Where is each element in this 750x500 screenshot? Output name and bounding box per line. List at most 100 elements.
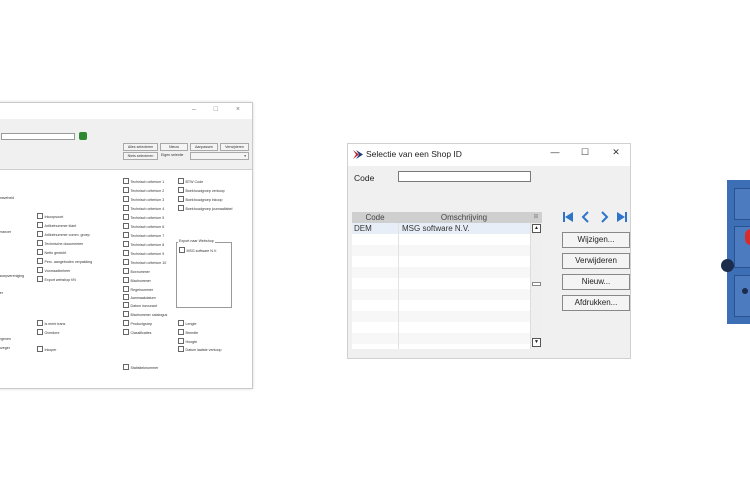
grid-header: Code Omschrijving ⊞ [352, 212, 542, 223]
maximize-button[interactable]: ☐ [578, 147, 592, 158]
field-checkbox[interactable]: Boxnummer [123, 268, 150, 275]
table-row[interactable] [352, 300, 530, 311]
field-checkbox[interactable]: Classificaties [123, 329, 152, 336]
column-header-omschrijving[interactable]: Omschrijving [398, 213, 530, 222]
table-row[interactable] [352, 311, 530, 322]
adjust-button[interactable]: Aanpassen [190, 143, 218, 151]
field-checkbox[interactable]: Boekhoudgroep inkoop [178, 196, 223, 203]
field-label: erancer [0, 230, 12, 234]
delete-button[interactable]: Verwijderen [220, 143, 249, 151]
field-checkbox[interactable]: Technisch criterium 3 [123, 196, 165, 203]
export-group-label: Export naar Webshop [178, 239, 215, 244]
right-side-panel [727, 180, 750, 324]
field-label: ier [0, 291, 3, 295]
table-row[interactable] [352, 289, 530, 300]
field-checkbox[interactable]: Export webshop t/N [37, 276, 76, 283]
eigen-selectie-label: Eigen selectie [161, 153, 184, 157]
background-app-window: – □ × Alles selecteren Nieuw Aanpassen V… [0, 102, 253, 389]
new-button[interactable]: Nieuw [160, 143, 188, 151]
background-search-input[interactable] [1, 133, 75, 140]
grid-corner-icon: ⊞ [533, 214, 539, 220]
field-checkbox[interactable]: Technisch criterium 8 [123, 241, 165, 248]
field-checkbox[interactable]: Netto gewicht [37, 249, 67, 256]
field-checkbox[interactable]: Technisch criterium 1 [123, 178, 165, 185]
field-checkbox[interactable]: Technisch criterium 4 [123, 205, 165, 212]
field-label: auwpvereniging [0, 274, 25, 278]
shop-id-dialog: Selectie van een Shop ID — ☐ ✕ Code Code… [347, 143, 631, 359]
field-checkbox[interactable]: Hoogte [178, 338, 198, 345]
field-checkbox[interactable]: Bladnummer catalogus [123, 311, 168, 318]
connector-dot-icon [742, 288, 748, 294]
field-label: ozeger [0, 346, 10, 350]
field-checkbox[interactable]: Aanmaakdatum [123, 294, 156, 301]
field-checkbox[interactable]: Datum inzourant [123, 302, 157, 309]
field-checkbox[interactable]: Inkoopsoort [37, 213, 64, 220]
field-checkbox[interactable]: Artikelnummer comm. groep [37, 231, 90, 238]
scroll-down-icon[interactable]: ▼ [532, 338, 541, 347]
scroll-up-icon[interactable]: ▲ [532, 224, 541, 233]
field-checkbox[interactable]: Technisch criterium 9 [123, 250, 165, 257]
delete-record-button[interactable]: Verwijderen [562, 253, 630, 269]
field-checkbox[interactable]: Is merk trans [37, 320, 66, 327]
field-checkbox[interactable]: Statistieknummer [123, 364, 159, 371]
table-row[interactable]: DEM MSG software N.V. [352, 223, 530, 234]
dialog-titlebar: Selectie van een Shop ID — ☐ ✕ [348, 144, 630, 166]
field-checkbox[interactable]: Bladnummer [123, 277, 151, 284]
select-none-button[interactable]: Niets selecteren [123, 152, 158, 160]
next-record-icon[interactable] [598, 211, 610, 223]
field-checkbox[interactable]: Regelnummer [123, 286, 154, 293]
last-record-icon[interactable] [616, 211, 628, 223]
scroll-thumb[interactable] [532, 282, 541, 286]
table-row[interactable] [352, 267, 530, 278]
table-row[interactable] [352, 278, 530, 289]
field-checkbox[interactable]: Technisch criterium 6 [123, 223, 165, 230]
table-row[interactable] [352, 234, 530, 245]
field-checkbox[interactable]: BTW Code [178, 178, 204, 185]
table-row[interactable] [352, 322, 530, 333]
field-checkbox[interactable]: Datum laatste verkoop [178, 346, 222, 353]
field-checkbox[interactable]: Technisch criterium 7 [123, 232, 165, 239]
first-record-icon[interactable] [562, 211, 574, 223]
background-content: waveheid erancer auwpvereniging ier egen… [0, 169, 252, 388]
field-checkbox[interactable]: Breedte [178, 329, 199, 336]
code-input[interactable] [398, 171, 531, 182]
field-checkbox[interactable]: Productgroep [123, 320, 153, 327]
background-window-controls[interactable]: – □ × [192, 106, 248, 113]
field-checkbox[interactable]: Technische documenten [37, 240, 84, 247]
field-checkbox[interactable]: Technisch criterium 10 [123, 259, 167, 266]
field-label: waveheid [0, 196, 15, 200]
field-checkbox[interactable]: Technisch criterium 2 [123, 187, 165, 194]
new-record-button[interactable]: Nieuw... [562, 274, 630, 290]
column-divider [398, 223, 399, 349]
vertical-scrollbar[interactable]: ▲ ▼ [530, 223, 542, 349]
edit-button[interactable]: Wijzigen... [562, 232, 630, 248]
field-checkbox[interactable]: Voorraadbeheer [37, 267, 71, 274]
field-checkbox[interactable]: Overdore [37, 329, 60, 336]
print-button[interactable]: Afdrukken... [562, 295, 630, 311]
go-icon[interactable] [79, 132, 87, 140]
field-checkbox[interactable]: Technisch criterium 5 [123, 214, 165, 221]
previous-record-icon[interactable] [580, 211, 592, 223]
dialog-title: Selectie van een Shop ID [366, 149, 462, 159]
field-checkbox[interactable]: Lengte [178, 320, 197, 327]
eigen-selectie-dropdown[interactable]: ▾ [190, 152, 249, 160]
cell-omschrijving: MSG software N.V. [402, 224, 470, 233]
field-checkbox[interactable]: Artikelnummer klant [37, 222, 77, 229]
field-checkbox[interactable]: Boekhoudgroep journaalfabel [178, 205, 233, 212]
field-checkbox[interactable]: Boekhoudgroep verkoop [178, 187, 225, 194]
field-checkbox[interactable]: Inkoper [37, 346, 57, 353]
minimize-button[interactable]: — [548, 147, 562, 157]
code-label: Code [354, 173, 375, 183]
red-indicator-icon [745, 229, 750, 245]
shop-id-grid: Code Omschrijving ⊞ DEM MSG software N.V… [352, 212, 542, 349]
select-all-button[interactable]: Alles selecteren [123, 143, 158, 151]
export-item-checkbox[interactable]: MSG software N.V. [179, 247, 217, 254]
table-row[interactable] [352, 333, 530, 344]
table-row[interactable] [352, 256, 530, 267]
table-row[interactable] [352, 245, 530, 256]
field-checkbox[interactable]: Perc. aangeboden verpakking [37, 258, 93, 265]
panel-cell [734, 275, 750, 317]
column-header-code[interactable]: Code [352, 213, 398, 222]
close-button[interactable]: ✕ [609, 147, 623, 158]
connector-node-icon [721, 259, 734, 272]
